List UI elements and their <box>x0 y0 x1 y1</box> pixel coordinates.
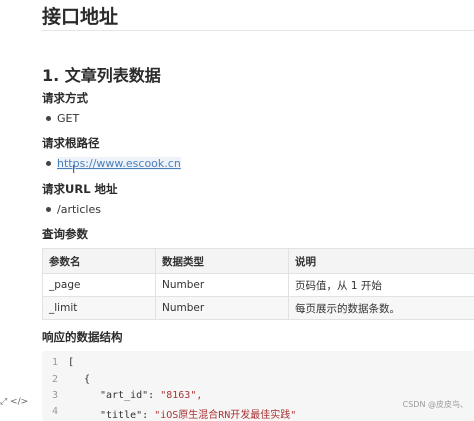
table-cell: Number <box>156 297 289 320</box>
code-line: [ <box>68 357 74 368</box>
code-line: { <box>84 374 90 385</box>
table-header-cell: 数据类型 <box>156 249 289 274</box>
line-number: 1 <box>52 357 58 368</box>
method-heading: 请求方式 <box>42 90 88 106</box>
url-heading: 请求URL 地址 <box>42 181 118 197</box>
table-header-row: 参数名 数据类型 说明 <box>43 249 474 274</box>
url-item: /articles <box>46 203 101 216</box>
line-number: 2 <box>52 374 58 385</box>
line-number: 4 <box>52 406 58 417</box>
root-path-heading: 请求根路径 <box>42 135 100 151</box>
bullet-icon <box>46 161 51 166</box>
params-table: 参数名 数据类型 说明 _page Number 页码值，从 1 开始 _lim… <box>42 248 474 320</box>
table-cell: 每页展示的数据条数。 <box>289 297 474 320</box>
bullet-icon <box>46 116 51 121</box>
code-line: "title": "iOS原生混合RN开发最佳实践" <box>100 406 296 421</box>
table-cell: _limit <box>43 297 156 320</box>
csdn-watermark: CSDN @皮皮鸟、 <box>403 399 468 410</box>
method-item: GET <box>46 112 79 125</box>
bullet-icon <box>46 207 51 212</box>
text-cursor-icon: I <box>72 163 75 176</box>
table-cell: Number <box>156 274 289 297</box>
code-string: "iOS原生混合RN开发最佳实践" <box>154 410 296 421</box>
code-key: "art_id": <box>100 390 160 401</box>
response-heading: 响应的数据结构 <box>42 329 123 345</box>
table-header-cell: 参数名 <box>43 249 156 274</box>
editor-toolbar-icons[interactable]: ⤢ </> <box>0 397 28 407</box>
table-cell: _page <box>43 274 156 297</box>
code-key: "title": <box>100 410 154 421</box>
line-number: 3 <box>52 390 58 401</box>
document-page: 接口地址 1. 文章列表数据 请求方式 GET 请求根路径 https://ww… <box>0 0 474 411</box>
root-path-link[interactable]: https://www.escook.cn <box>57 157 181 170</box>
url-value: /articles <box>57 203 101 216</box>
page-title: 接口地址 <box>42 2 118 29</box>
table-row: _page Number 页码值，从 1 开始 <box>43 274 474 297</box>
table-header-cell: 说明 <box>289 249 474 274</box>
section-title: 1. 文章列表数据 <box>42 62 161 86</box>
params-heading: 查询参数 <box>42 226 88 242</box>
root-path-item: https://www.escook.cn <box>46 157 181 170</box>
table-row: _limit Number 每页展示的数据条数。 <box>43 297 474 320</box>
table-cell: 页码值，从 1 开始 <box>289 274 474 297</box>
code-line: "art_id": "8163", <box>100 390 202 401</box>
title-divider <box>42 30 474 31</box>
code-string: "8163", <box>160 390 202 401</box>
method-value: GET <box>57 112 79 125</box>
